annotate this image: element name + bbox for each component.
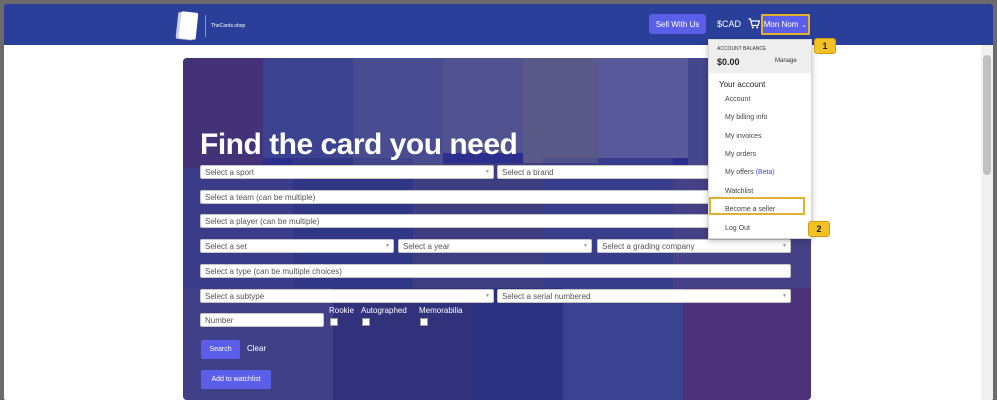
grading-company-select[interactable]: Select a grading company ▼ bbox=[597, 239, 791, 253]
menu-item-offers[interactable]: My offers (Beta) bbox=[725, 169, 775, 176]
logo-text: TheCards.shop bbox=[211, 22, 246, 29]
brand-select-text: Select a brand bbox=[502, 167, 554, 177]
beta-badge: (Beta) bbox=[755, 169, 775, 176]
menu-item-logout[interactable]: Log Out bbox=[725, 225, 750, 232]
logo-divider bbox=[205, 14, 206, 37]
chevron-down-icon: ▼ bbox=[782, 243, 787, 249]
memorabilia-label: Memorabilia bbox=[419, 306, 463, 315]
account-balance-value: $0.00 bbox=[717, 57, 740, 67]
menu-item-offers-label: My offers bbox=[725, 169, 754, 176]
year-select-text: Select a year bbox=[403, 241, 450, 251]
your-account-heading: Your account bbox=[719, 80, 766, 89]
autographed-checkbox[interactable] bbox=[362, 318, 370, 326]
chevron-down-icon: ⌄ bbox=[801, 21, 808, 29]
currency-selector[interactable]: $CAD bbox=[717, 19, 741, 29]
hero-title: Find the card you need bbox=[200, 128, 518, 161]
become-seller-highlight bbox=[709, 197, 805, 215]
chevron-down-icon: ▼ bbox=[782, 293, 787, 299]
user-name: Mon Nom bbox=[763, 20, 799, 29]
search-button[interactable]: Search bbox=[201, 340, 240, 359]
set-select-text: Select a set bbox=[205, 241, 247, 251]
type-select[interactable]: Select a type (can be multiple choices) bbox=[200, 264, 791, 278]
team-select[interactable]: Select a team (can be multiple) bbox=[200, 190, 709, 204]
chevron-down-icon: ▼ bbox=[583, 243, 588, 249]
sport-select[interactable]: Select a sport ▼ bbox=[200, 165, 494, 179]
sport-select-text: Select a sport bbox=[205, 167, 254, 177]
card-logo-icon bbox=[178, 11, 199, 40]
year-select[interactable]: Select a year ▼ bbox=[398, 239, 592, 253]
set-select[interactable]: Select a set ▼ bbox=[200, 239, 394, 253]
step-badge-2: 2 bbox=[808, 221, 830, 237]
menu-item-watchlist[interactable]: Watchlist bbox=[725, 188, 753, 195]
clear-button[interactable]: Clear bbox=[247, 344, 266, 353]
grading-select-text: Select a grading company bbox=[602, 241, 695, 251]
top-navbar: TheCards.shop Sell With Us $CAD Mon Nom … bbox=[4, 4, 993, 45]
menu-item-billing-info[interactable]: My billing info bbox=[725, 114, 767, 121]
account-balance-label: ACCOUNT BALANCE bbox=[717, 46, 767, 52]
user-menu-button[interactable]: Mon Nom ⌄ bbox=[761, 14, 810, 35]
brand-select[interactable]: Select a brand bbox=[497, 165, 709, 179]
cart-icon[interactable] bbox=[748, 18, 760, 29]
subtype-select[interactable]: Select a subtype ▼ bbox=[200, 289, 494, 303]
memorabilia-checkbox[interactable] bbox=[420, 318, 428, 326]
scrollbar-thumb[interactable] bbox=[983, 55, 991, 175]
menu-item-invoices[interactable]: My invoices bbox=[725, 133, 762, 140]
chevron-down-icon: ▼ bbox=[485, 169, 490, 175]
rookie-label: Rookie bbox=[329, 306, 354, 315]
site-logo[interactable]: TheCards.shop bbox=[178, 11, 246, 40]
number-input[interactable]: Number bbox=[200, 313, 324, 327]
subtype-select-text: Select a subtype bbox=[205, 291, 265, 301]
step-badge-1: 1 bbox=[814, 38, 836, 54]
sell-with-us-button[interactable]: Sell With Us bbox=[649, 14, 706, 34]
serial-select-text: Select a serial numbered bbox=[502, 291, 591, 301]
rookie-checkbox[interactable] bbox=[330, 318, 338, 326]
page-scrollbar[interactable] bbox=[981, 45, 993, 400]
serial-numbered-select[interactable]: Select a serial numbered ▼ bbox=[497, 289, 791, 303]
add-to-watchlist-button[interactable]: Add to watchlist bbox=[201, 370, 271, 389]
autographed-label: Autographed bbox=[361, 306, 407, 315]
menu-item-account[interactable]: Account bbox=[725, 96, 750, 103]
menu-item-orders[interactable]: My orders bbox=[725, 151, 756, 158]
account-balance-box: ACCOUNT BALANCE $0.00 Manage bbox=[709, 40, 811, 73]
manage-balance-link[interactable]: Manage bbox=[775, 58, 797, 64]
chevron-down-icon: ▼ bbox=[485, 293, 490, 299]
browser-page: TheCards.shop Sell With Us $CAD Mon Nom … bbox=[4, 4, 993, 400]
chevron-down-icon: ▼ bbox=[385, 243, 390, 249]
player-select[interactable]: Select a player (can be multiple) bbox=[200, 214, 709, 228]
